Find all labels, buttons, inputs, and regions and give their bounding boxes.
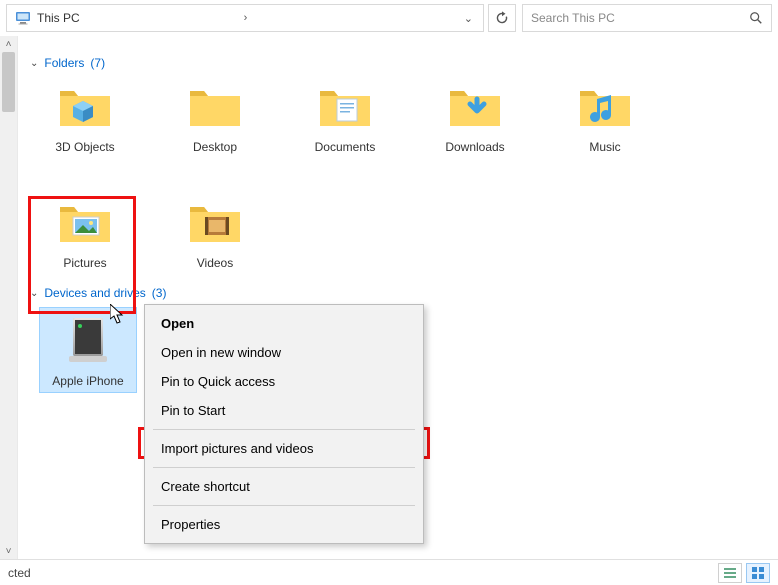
folders-label: Folders xyxy=(44,56,84,70)
folder-pictures[interactable]: Pictures xyxy=(40,194,130,270)
address-dropdown-icon[interactable]: ⌄ xyxy=(460,12,477,25)
search-icon xyxy=(749,11,763,25)
folder-icon xyxy=(187,81,243,131)
content-pane: ⌄ Folders (7) 3D O xyxy=(18,36,778,559)
folders-section-header[interactable]: ⌄ Folders (7) xyxy=(30,56,770,70)
cursor-icon xyxy=(110,304,124,324)
folders-grid: 3D Objects Desktop xyxy=(40,78,770,270)
view-details-button[interactable] xyxy=(718,563,742,583)
item-label: Desktop xyxy=(170,140,260,154)
menu-open-new-window[interactable]: Open in new window xyxy=(145,338,423,367)
menu-separator xyxy=(153,467,415,468)
scrollbar-thumb[interactable] xyxy=(2,52,15,112)
breadcrumb[interactable]: This PC xyxy=(37,11,234,25)
devices-count: (3) xyxy=(152,286,167,300)
vertical-scrollbar[interactable]: ˄ ˅ xyxy=(0,36,18,559)
address-field[interactable]: This PC › ⌄ xyxy=(6,4,484,32)
folder-desktop[interactable]: Desktop xyxy=(170,78,260,154)
item-label: Videos xyxy=(170,256,260,270)
folder-icon xyxy=(577,81,633,131)
item-label: Documents xyxy=(300,140,390,154)
status-text: cted xyxy=(8,566,31,580)
folder-videos[interactable]: Videos xyxy=(170,194,260,270)
item-label: Music xyxy=(560,140,650,154)
status-bar: cted xyxy=(0,559,778,585)
devices-label: Devices and drives xyxy=(44,286,145,300)
this-pc-icon xyxy=(15,10,31,26)
chevron-down-icon: ⌄ xyxy=(30,58,38,69)
chevron-down-icon: ⌄ xyxy=(30,288,38,299)
folder-icon xyxy=(187,197,243,247)
address-bar: This PC › ⌄ xyxy=(0,0,778,36)
folder-documents[interactable]: Documents xyxy=(300,78,390,154)
item-label: Pictures xyxy=(40,256,130,270)
search-box[interactable] xyxy=(522,4,772,32)
folder-icon xyxy=(447,81,503,131)
item-label: Downloads xyxy=(430,140,520,154)
devices-section-header[interactable]: ⌄ Devices and drives (3) xyxy=(30,286,770,300)
refresh-button[interactable] xyxy=(488,4,516,32)
folder-downloads[interactable]: Downloads xyxy=(430,78,520,154)
list-view-icon xyxy=(723,566,737,580)
menu-separator xyxy=(153,505,415,506)
view-large-icons-button[interactable] xyxy=(746,563,770,583)
menu-create-shortcut[interactable]: Create shortcut xyxy=(145,472,423,501)
scroll-up-icon[interactable]: ˄ xyxy=(1,36,17,52)
device-icon xyxy=(63,314,113,366)
refresh-icon xyxy=(495,11,509,25)
scroll-down-icon[interactable]: ˅ xyxy=(1,543,17,559)
breadcrumb-arrow-icon[interactable]: › xyxy=(240,12,252,24)
folder-music[interactable]: Music xyxy=(560,78,650,154)
folder-icon xyxy=(57,197,113,247)
menu-open[interactable]: Open xyxy=(145,309,423,338)
menu-pin-start[interactable]: Pin to Start xyxy=(145,396,423,425)
search-input[interactable] xyxy=(531,11,743,25)
folder-icon xyxy=(317,81,373,131)
menu-properties[interactable]: Properties xyxy=(145,510,423,539)
folder-icon xyxy=(57,81,113,131)
menu-separator xyxy=(153,429,415,430)
folder-3d-objects[interactable]: 3D Objects xyxy=(40,78,130,154)
menu-pin-quick-access[interactable]: Pin to Quick access xyxy=(145,367,423,396)
tiles-view-icon xyxy=(751,566,765,580)
item-label: Apple iPhone xyxy=(40,374,136,388)
menu-import-pictures-videos[interactable]: Import pictures and videos xyxy=(145,434,423,463)
context-menu: Open Open in new window Pin to Quick acc… xyxy=(144,304,424,544)
item-label: 3D Objects xyxy=(40,140,130,154)
folders-count: (7) xyxy=(90,56,105,70)
